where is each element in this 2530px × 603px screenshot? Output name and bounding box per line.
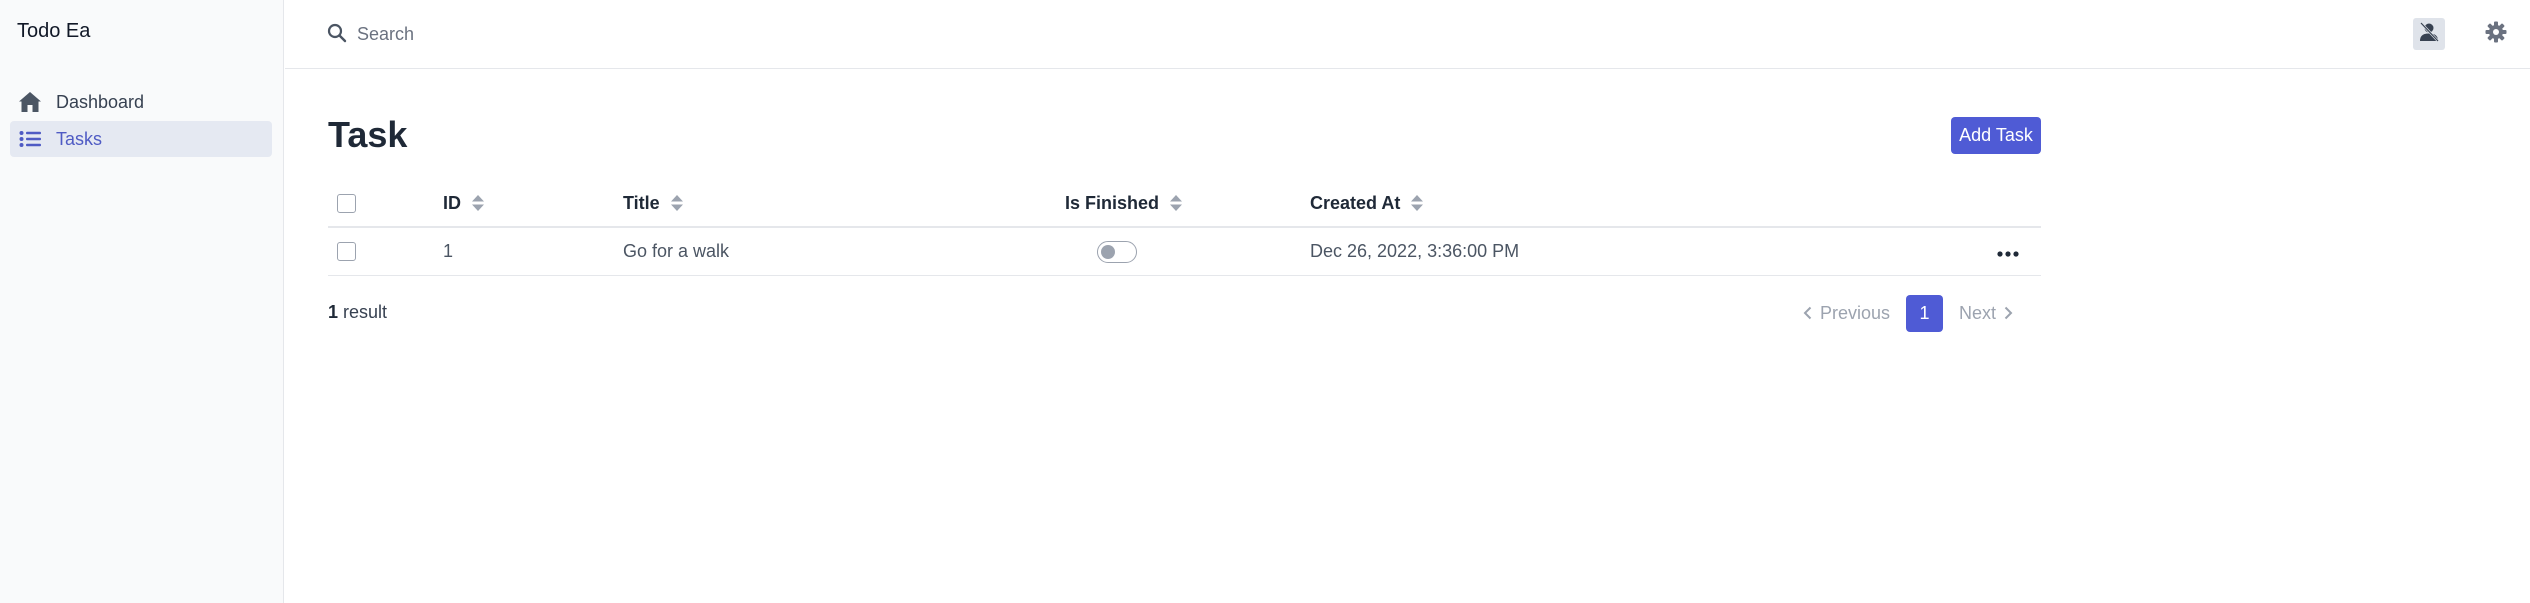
topbar (285, 0, 2530, 69)
more-horizontal-icon (1997, 241, 2019, 262)
column-header-created-at[interactable]: Created At (1310, 180, 1424, 226)
sidebar-item-tasks[interactable]: Tasks (10, 121, 272, 157)
chevron-right-icon (2004, 306, 2013, 320)
avatar-button[interactable] (2413, 18, 2445, 50)
search-input[interactable] (357, 18, 957, 50)
table-row: 1 Go for a walk Dec 26, 2022, 3:36:00 PM (328, 228, 2041, 276)
sort-icon[interactable] (670, 194, 684, 212)
gear-icon (2485, 21, 2507, 48)
sort-icon[interactable] (1169, 194, 1183, 212)
page-title: Task (328, 114, 408, 155)
table-header: ID Title Is Finished Created At (328, 180, 2041, 228)
add-task-button[interactable]: Add Task (1951, 117, 2041, 154)
task-created-at: Dec 26, 2022, 3:36:00 PM (1310, 241, 1520, 261)
sort-icon[interactable] (1410, 194, 1424, 212)
search-icon (327, 23, 347, 48)
page-number-button[interactable]: 1 (1906, 294, 1944, 332)
sidebar-item-label: Tasks (56, 128, 103, 149)
row-checkbox[interactable] (337, 242, 356, 261)
column-header-is-finished[interactable]: Is Finished (1065, 180, 1183, 226)
select-all-checkbox[interactable] (337, 193, 356, 213)
tasks-table: ID Title Is Finished Created At 1 Go for… (328, 180, 2041, 276)
task-title: Go for a walk (623, 241, 730, 261)
list-icon (18, 127, 42, 151)
settings-button[interactable] (2482, 20, 2510, 48)
sort-icon[interactable] (471, 194, 485, 212)
sidebar-item-label: Dashboard (56, 91, 145, 112)
home-icon (18, 90, 42, 114)
task-id: 1 (443, 241, 454, 261)
pagination: Previous 1 Next (1803, 294, 2013, 332)
app-title: Todo Ea (17, 20, 91, 42)
avatar-icon (2418, 21, 2440, 48)
column-header-title[interactable]: Title (623, 180, 684, 226)
row-actions-button[interactable] (1997, 241, 2019, 262)
chevron-left-icon (1803, 306, 1812, 320)
sidebar: Todo Ea Dashboard Tasks (0, 0, 284, 603)
toggle-knob (1101, 244, 1115, 259)
is-finished-toggle[interactable] (1097, 240, 1137, 263)
sidebar-item-dashboard[interactable]: Dashboard (10, 84, 272, 120)
previous-page-button[interactable]: Previous (1803, 303, 1890, 324)
result-count: 1 result (328, 302, 388, 322)
next-page-button[interactable]: Next (1959, 303, 2013, 324)
column-header-id[interactable]: ID (443, 180, 485, 226)
